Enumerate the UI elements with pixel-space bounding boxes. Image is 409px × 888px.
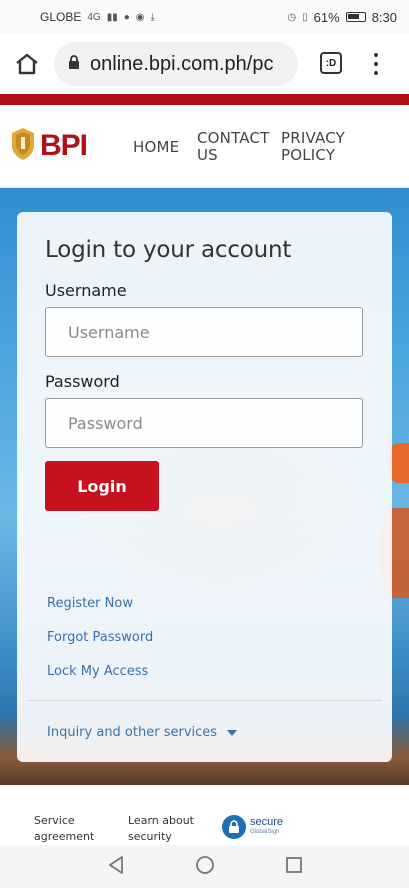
- site-header: BPI HOME CONTACT US PRIVACY POLICY: [0, 105, 409, 188]
- secure-sub: GlobalSign: [250, 829, 280, 835]
- panel-divider: [27, 700, 382, 701]
- browser-toolbar: online.bpi.com.ph/pc :D: [0, 34, 409, 94]
- register-now-link[interactable]: Register Now: [47, 596, 133, 611]
- nav-contact-line1: CONTACT: [197, 129, 270, 147]
- password-input[interactable]: [45, 398, 363, 448]
- service-agreement-line2: agreement: [34, 830, 95, 843]
- notification-icon: ●: [123, 11, 130, 23]
- nav-home[interactable]: HOME: [133, 139, 179, 156]
- battery-icon: [345, 12, 366, 22]
- bpi-emblem-icon: [10, 127, 36, 165]
- secure-title: secure: [250, 816, 284, 828]
- password-label: Password: [45, 372, 120, 391]
- status-left: GLOBE 4G ▮▮ ● ◉ ⤓: [40, 10, 155, 24]
- address-bar[interactable]: online.bpi.com.ph/pc: [54, 42, 298, 86]
- signal-icon: ▮▮: [106, 11, 118, 23]
- lock-my-access-link[interactable]: Lock My Access: [47, 664, 148, 679]
- learn-security-line1: Learn about: [128, 814, 194, 827]
- logo-text: BPI: [40, 129, 88, 162]
- nav-contact-us[interactable]: CONTACT US: [197, 130, 270, 164]
- inquiry-dropdown[interactable]: Inquiry and other services: [47, 725, 238, 740]
- recents-icon[interactable]: [285, 856, 303, 878]
- service-agreement-line1: Service: [34, 814, 75, 827]
- battery-percent: 61%: [313, 9, 340, 25]
- status-bar: GLOBE 4G ▮▮ ● ◉ ⤓ ◷ ▯ 61% 8:30: [0, 0, 409, 34]
- carrier-label: GLOBE: [40, 10, 82, 24]
- lock-icon: [68, 54, 80, 74]
- system-navigation-bar: [0, 845, 409, 888]
- nav-home-label: HOME: [133, 138, 180, 156]
- inquiry-label: Inquiry and other services: [47, 725, 218, 740]
- caret-down-icon: [227, 729, 238, 736]
- alarm-icon: ◷: [287, 11, 297, 23]
- username-label: Username: [45, 281, 127, 300]
- messenger-icon: ◉: [135, 11, 145, 23]
- username-input[interactable]: [45, 307, 363, 357]
- login-button[interactable]: Login: [45, 461, 159, 511]
- more-menu-icon[interactable]: [366, 50, 386, 78]
- bpi-logo[interactable]: BPI: [10, 127, 88, 165]
- site-footer: Service agreement Learn about security s…: [0, 785, 409, 845]
- download-icon: ⤓: [150, 11, 155, 23]
- secure-text: secure GlobalSign: [250, 817, 283, 837]
- learn-security-line2: security: [128, 830, 172, 843]
- globalsign-secure-badge[interactable]: secure GlobalSign: [222, 815, 283, 839]
- vibrate-icon: ▯: [302, 11, 308, 23]
- status-right: ◷ ▯ 61% 8:30: [287, 10, 397, 25]
- home-circle-icon[interactable]: [195, 855, 215, 879]
- url-text: online.bpi.com.ph/pc: [90, 52, 274, 75]
- nav-privacy-line1: PRIVACY: [281, 129, 345, 147]
- home-icon[interactable]: [0, 34, 54, 94]
- service-agreement-link[interactable]: Service agreement: [34, 813, 94, 845]
- back-icon[interactable]: [107, 855, 125, 879]
- brand-stripe: [0, 94, 409, 105]
- padlock-icon: [222, 815, 246, 839]
- learn-security-link[interactable]: Learn about security: [128, 813, 194, 845]
- network-label: 4G: [87, 11, 101, 23]
- clock: 8:30: [371, 9, 397, 25]
- nav-contact-line2: US: [197, 146, 218, 164]
- tab-switcher-button[interactable]: :D: [320, 52, 342, 74]
- nav-privacy-policy[interactable]: PRIVACY POLICY: [281, 130, 345, 164]
- login-panel: Login to your account Username Password …: [17, 212, 392, 762]
- login-title: Login to your account: [45, 237, 292, 263]
- forgot-password-link[interactable]: Forgot Password: [47, 630, 153, 645]
- nav-privacy-line2: POLICY: [281, 146, 336, 164]
